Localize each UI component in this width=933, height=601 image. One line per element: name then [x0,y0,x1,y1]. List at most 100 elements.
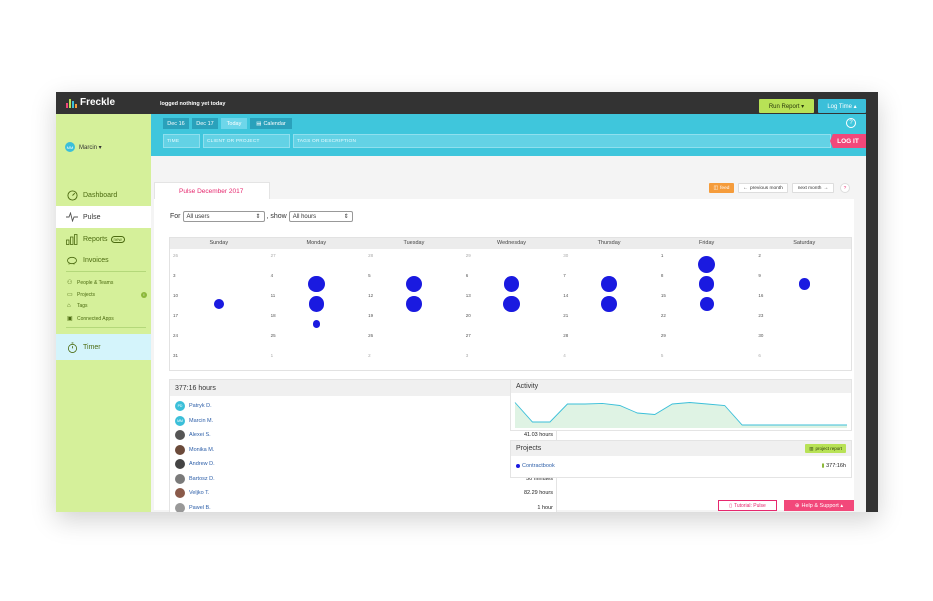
calendar-date[interactable]: 4 [271,273,274,278]
sidebar-item-dashboard[interactable]: Dashboard [56,184,151,206]
feed-button[interactable]: ◫ feed [709,183,734,193]
calendar-date[interactable]: 30 [758,333,763,338]
calendar-date[interactable]: 2 [758,253,761,258]
previous-month-button[interactable]: ← previous month [738,183,788,193]
calendar-date[interactable]: 6 [466,273,469,278]
calendar-button[interactable]: ▤ Calendar [250,118,292,129]
timebar-help-icon[interactable]: ? [846,118,856,128]
date-tab-dec-17[interactable]: Dec 17 [192,118,218,129]
person-row[interactable]: PDPatryk D.79.04 hours [175,400,553,412]
calendar-date[interactable]: 23 [758,313,763,318]
calendar-date[interactable]: 13 [466,293,471,298]
pulse-help-icon[interactable]: ? [840,183,850,193]
user-menu[interactable]: MM Marcin ▾ [65,142,102,152]
calendar-date[interactable]: 27 [466,333,471,338]
activity-dot[interactable] [213,299,224,309]
next-month-button[interactable]: next month → [792,183,834,193]
calendar-date[interactable]: 27 [271,253,276,258]
person-row[interactable]: Monika M.81.02 hours [175,444,553,456]
sidebar-subitem-people-teams[interactable]: ⚇ People & Teams [67,279,113,287]
sidebar-item-invoices[interactable]: Invoices [56,249,151,271]
person-row[interactable]: Alexei S. 41.03 hours [175,429,553,441]
calendar-date[interactable]: 6 [758,353,761,358]
client-project-input[interactable]: CLIENT OR PROJECT [203,134,290,148]
sidebar-subitem-connected-apps[interactable]: ▣ Connected Apps [67,315,114,323]
person-row[interactable]: Pawel B. 1 hour [175,502,553,512]
filter-for-label: For [170,213,181,220]
calendar-date[interactable]: 17 [173,313,178,318]
calendar-date[interactable]: 14 [563,293,568,298]
help-support-button[interactable]: ⊕ Help & Support ▴ [784,500,854,511]
activity-dot[interactable] [405,275,423,293]
calendar-date[interactable]: 24 [173,333,178,338]
activity-dot[interactable] [308,275,325,293]
project-report-button[interactable]: ▥ project report [805,444,846,453]
calendar-date[interactable]: 26 [368,333,373,338]
calendar-date[interactable]: 22 [661,313,666,318]
activity-dot[interactable] [308,296,324,312]
activity-dot[interactable] [312,320,320,328]
calendar-date[interactable]: 18 [271,313,276,318]
calendar-date[interactable]: 4 [563,353,566,358]
hours-select[interactable]: All hours ⇕ [288,211,353,222]
calendar-date[interactable]: 20 [466,313,471,318]
person-row[interactable]: Andrew D.49.07 hours [175,458,553,470]
users-select[interactable]: All users ⇕ [182,211,265,222]
calendar-date[interactable]: 29 [466,253,471,258]
calendar-date[interactable]: 3 [466,353,469,358]
app-logo[interactable]: Freckle [66,97,115,108]
calendar-date[interactable]: 19 [368,313,373,318]
activity-dot[interactable] [698,255,716,273]
calendar-date[interactable]: 9 [758,273,761,278]
pulse-title-tab[interactable]: Pulse December 2017 [154,182,270,199]
activity-dot[interactable] [601,276,617,292]
log-it-button[interactable]: LOG IT [830,134,866,148]
calendar-date[interactable]: 31 [173,353,178,358]
calendar-date[interactable]: 29 [661,333,666,338]
date-tab-today[interactable]: Today [221,118,247,129]
activity-dot[interactable] [798,278,810,290]
person-row[interactable]: Bartosz D. 50 minutes [175,473,553,485]
calendar-date[interactable]: 26 [173,253,178,258]
calendar-icon: ▤ [256,120,262,127]
calendar-date[interactable]: 25 [271,333,276,338]
tutorial-pulse-button[interactable]: ▯ Tutorial: Pulse [718,500,777,511]
sidebar-subitem-tags[interactable]: ⌂ Tags [67,303,88,309]
person-name: Bartosz D. [189,475,215,482]
calendar-date[interactable]: 10 [173,293,178,298]
person-row[interactable]: Veljko T. 82.29 hours [175,487,553,499]
calendar-date[interactable]: 21 [563,313,568,318]
sidebar-item-timer[interactable]: Timer [56,334,151,360]
calendar-date[interactable]: 30 [563,253,568,258]
activity-dot[interactable] [601,296,617,312]
calendar-date[interactable]: 28 [563,333,568,338]
run-report-button[interactable]: Run Report ▾ [759,99,814,113]
activity-dot[interactable] [503,295,520,313]
calendar-date[interactable]: 5 [661,353,664,358]
calendar-date[interactable]: 2 [368,353,371,358]
person-row[interactable]: MMMarcin M.42.41 hours [175,415,553,427]
sidebar-subitem-projects[interactable]: ▭ Projects i [67,291,147,298]
activity-dot[interactable] [406,296,422,312]
sidebar-item-pulse[interactable]: Pulse [56,206,151,228]
calendar-date[interactable]: 7 [563,273,566,278]
calendar-date[interactable]: 3 [173,273,176,278]
calendar-date[interactable]: 5 [368,273,371,278]
activity-dot[interactable] [699,297,714,311]
calendar-date[interactable]: 15 [661,293,666,298]
tags-description-input[interactable]: TAGS OR DESCRIPTION [293,134,831,148]
calendar-date[interactable]: 28 [368,253,373,258]
sidebar-item-reports[interactable]: Reports new [56,228,151,250]
date-tab-dec-16[interactable]: Dec 16 [163,118,189,129]
calendar-date[interactable]: 16 [758,293,763,298]
calendar-date[interactable]: 8 [661,273,664,278]
project-row[interactable]: Contractbook ▮ 377:16h [516,463,846,469]
activity-dot[interactable] [699,276,715,292]
log-time-button[interactable]: Log Time ▴ [818,99,866,113]
calendar-date[interactable]: 1 [661,253,664,258]
time-input[interactable]: TIME [163,134,200,148]
activity-dot[interactable] [503,276,520,292]
calendar-date[interactable]: 12 [368,293,373,298]
calendar-date[interactable]: 1 [271,353,274,358]
calendar-date[interactable]: 11 [271,293,276,298]
